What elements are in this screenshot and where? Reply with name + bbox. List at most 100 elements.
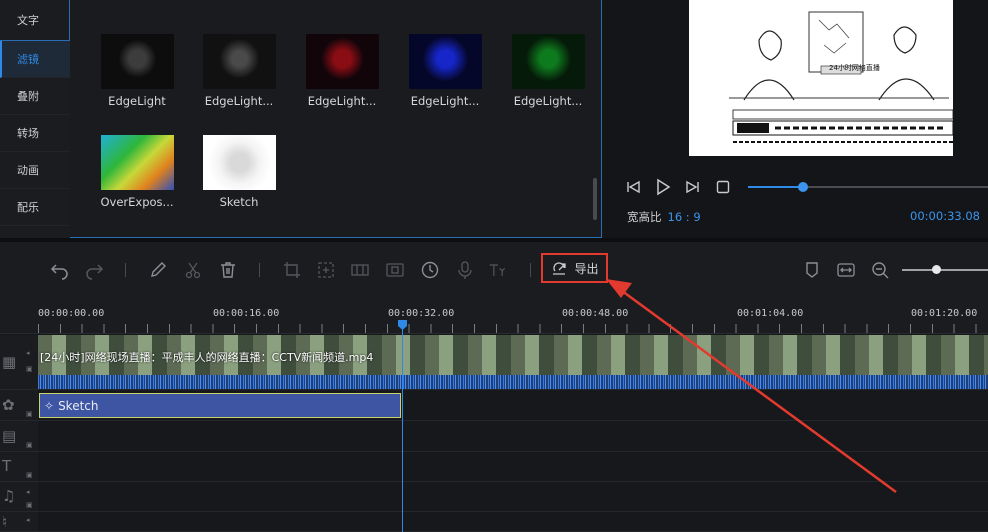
toolbar-separator	[259, 263, 260, 277]
category-sidebar: 文字 滤镜 叠附 转场 动画 配乐	[0, 0, 70, 238]
ruler-ticks	[38, 324, 988, 333]
mic-icon: ♮	[2, 513, 8, 531]
lock-icon[interactable]: ▣	[26, 471, 34, 479]
filter-thumbnail	[511, 34, 585, 89]
speed-clock-icon[interactable]	[420, 260, 440, 280]
seek-handle[interactable]	[798, 182, 809, 192]
video-clip-name: [24小时]网络现场直播：平成丰人的网络直播：CCTV新闻频道.mp4	[40, 351, 374, 364]
stop-icon[interactable]	[716, 180, 730, 194]
marker-icon[interactable]	[802, 260, 822, 280]
filter-clip-sketch[interactable]: ✧ Sketch	[39, 393, 401, 418]
mute-icon[interactable]: ◂	[26, 488, 34, 496]
sidebar-item-music[interactable]: 配乐	[0, 189, 70, 226]
pip-icon[interactable]	[385, 260, 405, 280]
sidebar-item-text[interactable]: 文字	[0, 0, 70, 41]
music-note-icon: ♫	[2, 487, 16, 505]
filter-thumbnail	[305, 34, 379, 89]
ruler-label: 00:00:48.00	[562, 308, 629, 319]
filter-item-edgelight-green[interactable]: EdgeLight...	[506, 34, 590, 108]
current-time-display: 00:00:33.08	[910, 209, 980, 223]
filter-item-edgelight-blue[interactable]: EdgeLight...	[403, 34, 487, 108]
effects-track: ✧ Sketch	[38, 390, 988, 421]
mute-icon[interactable]: ◂	[26, 349, 34, 357]
filter-item-edgelight-red[interactable]: EdgeLight...	[300, 34, 384, 108]
video-track-icon: ▦	[2, 353, 17, 371]
seek-progress	[748, 186, 804, 188]
lock-icon[interactable]: ▣	[26, 501, 34, 509]
text-to-speech-icon[interactable]	[488, 260, 508, 280]
cut-scissors-icon[interactable]	[183, 260, 203, 280]
previous-frame-icon[interactable]	[625, 179, 641, 195]
voiceover-mic-icon[interactable]	[455, 260, 475, 280]
sidebar-item-label: 配乐	[17, 201, 39, 214]
filter-label: Sketch	[219, 195, 259, 209]
zoom-slider-handle[interactable]	[932, 265, 942, 274]
sidebar-item-label: 叠附	[17, 90, 39, 103]
text-track[interactable]	[38, 452, 988, 482]
ruler-label: 00:00:32.00	[388, 308, 455, 319]
toolbar-separator	[530, 263, 531, 277]
sidebar-item-label: 文字	[17, 14, 39, 27]
mute-icon[interactable]: ◂	[26, 516, 34, 524]
playback-seek-bar[interactable]	[748, 182, 988, 192]
redo-icon[interactable]	[84, 260, 104, 280]
voiceover-track-header: ♮ ◂	[0, 512, 38, 532]
sidebar-item-filter[interactable]: 滤镜	[0, 41, 70, 78]
preview-caption: 24小时网络直播	[829, 63, 880, 72]
next-frame-icon[interactable]	[685, 179, 701, 195]
freeze-frame-icon[interactable]	[350, 260, 370, 280]
fit-timeline-icon[interactable]	[836, 260, 856, 280]
mosaic-icon[interactable]	[316, 260, 336, 280]
video-track-header: ▦ ◂ ▣	[0, 335, 38, 390]
aspect-ratio-display: 宽高比 16 : 9	[627, 209, 701, 225]
sidebar-item-animation[interactable]: 动画	[0, 152, 70, 189]
export-button[interactable]: 导出	[541, 253, 608, 283]
undo-icon[interactable]	[50, 260, 70, 280]
timeline-ruler[interactable]: 00:00:00.00 00:00:16.00 00:00:32.00 00:0…	[0, 296, 988, 334]
export-label: 导出	[574, 261, 599, 276]
sidebar-item-label: 滤镜	[17, 53, 39, 66]
filter-item-edgelight[interactable]: EdgeLight	[95, 34, 179, 108]
ruler-label: 00:01:04.00	[737, 308, 804, 319]
text-track-icon: T	[2, 457, 12, 475]
video-clip[interactable]: [24小时]网络现场直播：平成丰人的网络直播：CCTV新闻频道.mp4	[38, 335, 988, 375]
timeline-panel: 00:00:00.00 00:00:16.00 00:00:32.00 00:0…	[0, 296, 988, 532]
effects-track-header: ✿ ▣	[0, 390, 38, 421]
filter-label: EdgeLight...	[307, 94, 377, 108]
filter-thumbnail	[202, 135, 276, 190]
delete-trash-icon[interactable]	[218, 260, 238, 280]
filter-label: EdgeLight...	[410, 94, 480, 108]
text-track-header: T ▣	[0, 452, 38, 482]
lock-icon[interactable]: ▣	[26, 410, 34, 418]
zoom-out-icon[interactable]	[870, 260, 890, 280]
filter-label: EdgeLight	[108, 94, 166, 108]
voiceover-track[interactable]	[38, 512, 988, 532]
edit-pencil-icon[interactable]	[148, 260, 168, 280]
filter-label: EdgeLight...	[513, 94, 583, 108]
filter-thumbnail	[408, 34, 482, 89]
filter-item-edgelight-2[interactable]: EdgeLight...	[197, 34, 281, 108]
toolbar-separator	[125, 263, 126, 277]
filter-item-sketch[interactable]: Sketch	[197, 135, 281, 209]
filter-label: EdgeLight...	[204, 94, 274, 108]
lock-icon[interactable]: ▣	[26, 365, 34, 373]
music-track[interactable]	[38, 482, 988, 512]
filter-item-overexposure[interactable]: OverExpos...	[95, 135, 179, 209]
play-icon[interactable]	[654, 178, 672, 196]
playhead-line[interactable]	[402, 320, 403, 532]
aspect-ratio-label: 宽高比	[627, 210, 662, 224]
filter-scrollbar[interactable]	[593, 178, 597, 220]
effects-track-icon: ✿	[2, 396, 15, 414]
sidebar-item-transition[interactable]: 转场	[0, 115, 70, 152]
zoom-slider[interactable]	[902, 269, 988, 271]
filter-thumbnail	[202, 34, 276, 89]
overlay-track-icon: ▤	[2, 427, 17, 445]
filter-label: OverExpos...	[100, 195, 174, 209]
overlay-track[interactable]	[38, 421, 988, 452]
audio-waveform[interactable]	[38, 375, 988, 389]
crop-icon[interactable]	[282, 260, 302, 280]
aspect-ratio-value[interactable]: 16 : 9	[668, 210, 701, 224]
sidebar-item-overlay[interactable]: 叠附	[0, 78, 70, 115]
lock-icon[interactable]: ▣	[26, 441, 34, 449]
sketch-preview-image: 24小时网络直播	[689, 0, 953, 156]
